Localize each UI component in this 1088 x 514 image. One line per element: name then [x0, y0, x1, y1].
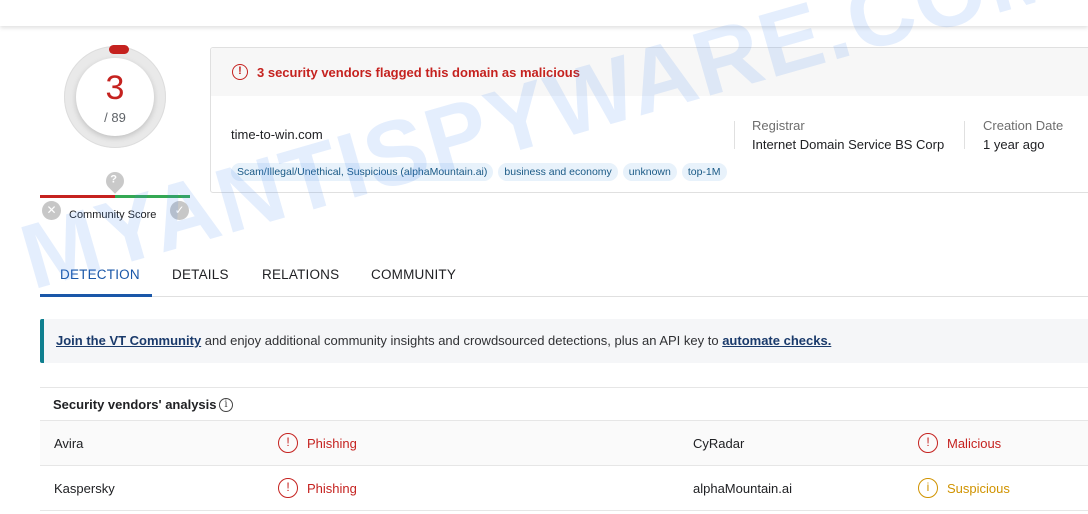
vendor-name: CyRadar [693, 436, 745, 451]
tag[interactable]: Scam/Illegal/Unethical, Suspicious (alph… [231, 163, 494, 181]
automate-checks-link[interactable]: automate checks. [722, 333, 831, 348]
banner-text: Join the VT Community and enjoy addition… [56, 333, 831, 348]
top-bar [0, 0, 1088, 26]
vendors-analysis: Security vendors' analysis i Avira ! Phi… [40, 387, 1088, 511]
table-row: Avira ! Phishing CyRadar ! Malicious [40, 421, 1088, 466]
tag[interactable]: business and economy [498, 163, 618, 181]
tag[interactable]: unknown [622, 163, 677, 181]
suspicious-info-icon: i [918, 478, 938, 498]
vendor-verdict: Malicious [947, 436, 1002, 451]
tab-community[interactable]: COMMUNITY [371, 267, 456, 282]
community-positive-bar [115, 195, 190, 198]
info-icon[interactable]: i [219, 398, 233, 412]
summary-card: ! 3 security vendors flagged this domain… [210, 47, 1088, 193]
community-banner: Join the VT Community and enjoy addition… [40, 319, 1088, 363]
vendor-name: alphaMountain.ai [693, 481, 793, 496]
vendors-title: Security vendors' analysis [53, 397, 217, 412]
domain-name: time-to-win.com [231, 127, 323, 142]
detection-total: / 89 [104, 110, 126, 125]
registrar-value: Internet Domain Service BS Corp [752, 137, 945, 152]
divider [964, 121, 965, 149]
vote-harmless-icon[interactable]: ✓ [170, 201, 189, 220]
gauge-center: 3 / 89 [76, 58, 154, 136]
vendor-verdict: Phishing [307, 436, 357, 451]
community-negative-bar [40, 195, 115, 198]
join-community-link[interactable]: Join the VT Community [56, 333, 201, 348]
alert-text: 3 security vendors flagged this domain a… [257, 65, 580, 80]
divider [734, 121, 735, 149]
banner-message: and enjoy additional community insights … [201, 333, 723, 348]
vote-harmful-icon[interactable]: ✕ [42, 201, 61, 220]
malicious-alert: ! 3 security vendors flagged this domain… [211, 48, 1088, 96]
detection-score-gauge: 3 / 89 [64, 45, 166, 148]
community-score-label: Community Score [69, 209, 157, 221]
alert-exclamation-icon: ! [232, 64, 248, 80]
detection-count: 3 [105, 69, 125, 107]
malicious-exclamation-icon: ! [918, 433, 938, 453]
tag-list: Scam/Illegal/Unethical, Suspicious (alph… [231, 163, 727, 181]
vendor-name: Kaspersky [54, 481, 115, 496]
vendor-verdict: Phishing [307, 481, 357, 496]
active-tab-indicator [40, 294, 152, 297]
tab-relations[interactable]: RELATIONS [262, 267, 339, 282]
tab-bar: DETECTION DETAILS RELATIONS COMMUNITY [40, 262, 1088, 297]
malicious-exclamation-icon: ! [278, 433, 298, 453]
tab-detection[interactable]: DETECTION [60, 267, 140, 282]
tag[interactable]: top-1M [681, 163, 727, 181]
vendor-name: Avira [54, 436, 84, 451]
tab-details[interactable]: DETAILS [172, 267, 229, 282]
registrar-label: Registrar [752, 118, 805, 133]
malicious-exclamation-icon: ! [278, 478, 298, 498]
table-row: Kaspersky ! Phishing alphaMountain.ai i … [40, 466, 1088, 511]
vendor-verdict: Suspicious [947, 481, 1010, 496]
community-score: ? ✕ Community Score ✓ [40, 168, 190, 222]
creation-date-value: 1 year ago [983, 137, 1045, 152]
gauge-detection-arc [109, 45, 129, 54]
vendors-header: Security vendors' analysis i [40, 388, 1088, 421]
creation-date-label: Creation Date [983, 118, 1064, 133]
map-pin-icon: ? [102, 168, 128, 194]
